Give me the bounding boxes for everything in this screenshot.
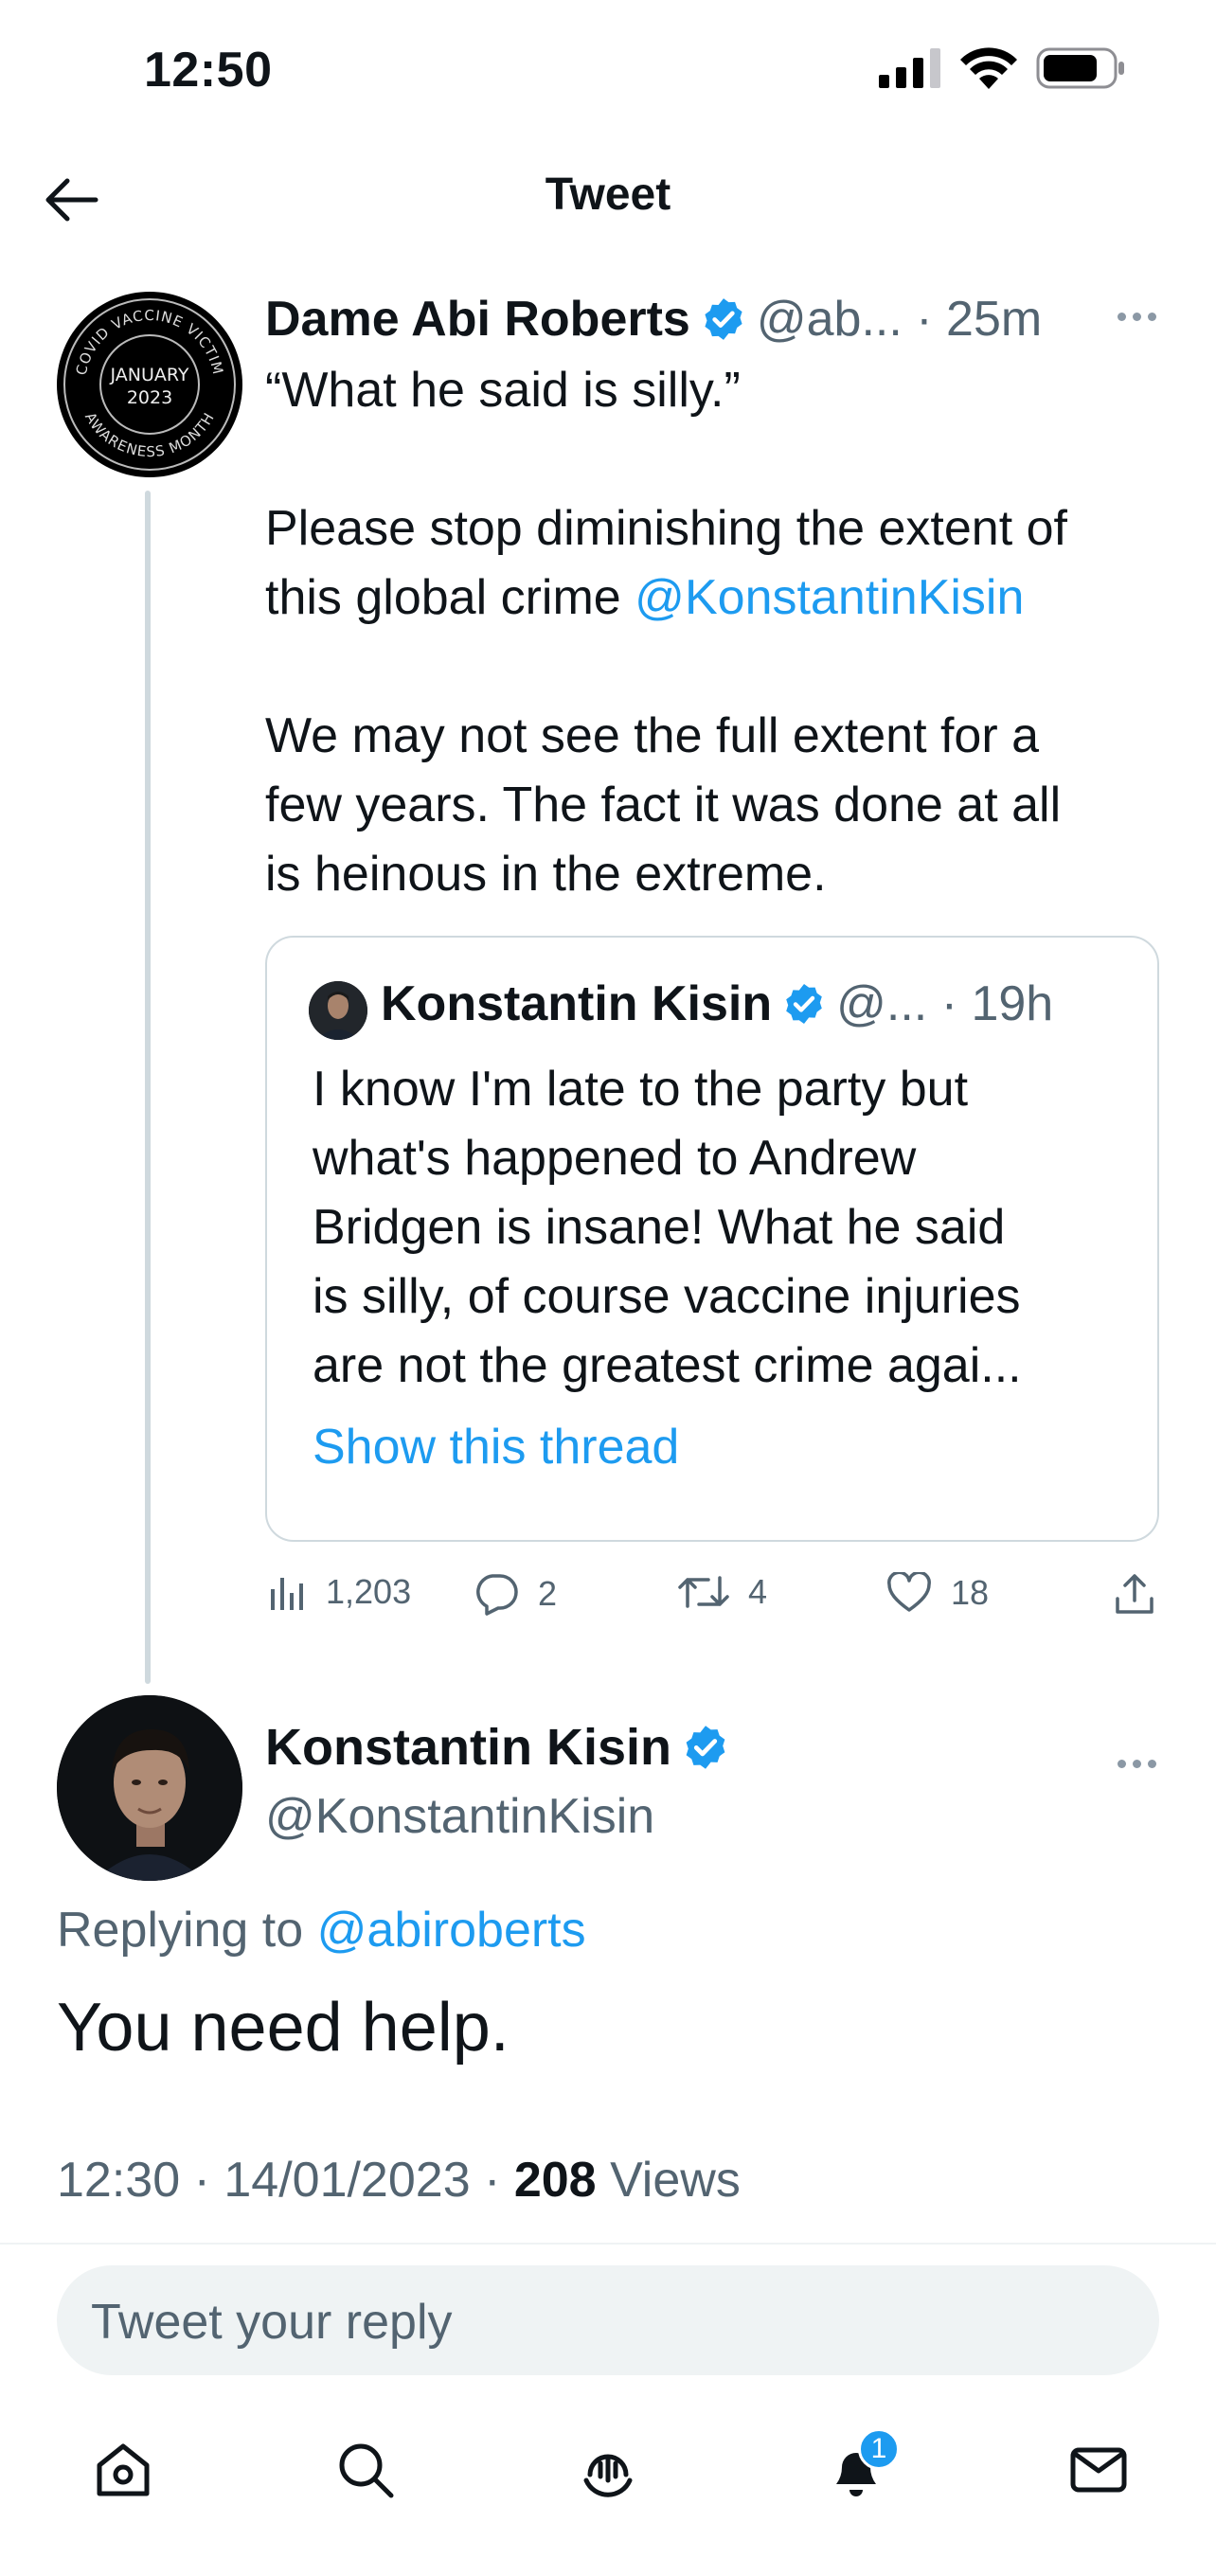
tweet-text: “What he said is silly.” Please stop dim… <box>265 356 1174 909</box>
analytics-icon <box>271 1578 303 1610</box>
svg-text:2023: 2023 <box>127 387 172 408</box>
quote-author-handle: @... <box>836 976 928 1031</box>
tweet-text-line: is heinous in the extreme. <box>265 847 827 902</box>
author-name[interactable]: Dame Abi Roberts <box>265 291 690 348</box>
quote-text-line: are not the greatest crime agai... <box>313 1338 1022 1393</box>
quote-avatar <box>309 981 367 1040</box>
mention-link[interactable]: @KonstantinKisin <box>635 570 1024 625</box>
like-count: 18 <box>951 1573 990 1612</box>
spaces-microphone-icon <box>583 2454 633 2497</box>
views-count[interactable]: 208 <box>514 2153 597 2208</box>
retweet-count: 4 <box>748 1572 768 1611</box>
avatar[interactable]: COVID VACCINE VICTIM AWARENESS MONTH JAN… <box>57 292 242 477</box>
quote-text-line: what's happened to Andrew <box>313 1131 917 1186</box>
reply-icon <box>476 1574 518 1616</box>
tweet-text-line: Please stop diminishing the extent of <box>265 501 1067 556</box>
show-thread-link[interactable]: Show this thread <box>313 1419 679 1476</box>
covid-awareness-avatar: COVID VACCINE VICTIM AWARENESS MONTH JAN… <box>59 294 241 475</box>
tweet-header: Dame Abi Roberts @ab... · 25m <box>265 286 1165 352</box>
verified-badge-icon <box>786 984 822 1024</box>
quoted-tweet-card[interactable]: Konstantin Kisin @... · 19h I know I'm l… <box>265 936 1159 1542</box>
separator-dot: · <box>927 976 972 1031</box>
like-button[interactable]: 18 <box>886 1572 989 1614</box>
retweet-button[interactable]: 4 <box>678 1572 767 1612</box>
views-label: Views <box>610 2153 741 2208</box>
author-name[interactable]: Konstantin Kisin <box>265 1718 671 1777</box>
nav-spaces[interactable] <box>570 2432 646 2508</box>
quote-author-name: Konstantin Kisin <box>381 976 773 1031</box>
tweet-text-line: We may not see the full extent for a <box>265 708 1040 763</box>
share-icon <box>1116 1574 1153 1614</box>
reply-input[interactable]: Tweet your reply <box>57 2265 1159 2375</box>
verified-badge-icon <box>705 298 742 340</box>
thread-line <box>145 491 151 1684</box>
nav-search[interactable] <box>328 2432 403 2508</box>
tweet-text: You need help. <box>57 1990 510 2066</box>
notification-badge: 1 <box>858 2428 900 2470</box>
nav-home[interactable] <box>85 2432 161 2508</box>
reply-placeholder: Tweet your reply <box>91 2295 453 2350</box>
bottom-nav: 1 <box>0 2406 1216 2529</box>
top-header: Tweet <box>0 142 1216 256</box>
divider <box>0 2243 1216 2245</box>
tweet-text-line: few years. The fact it was done at all <box>265 778 1062 832</box>
verified-badge-icon <box>686 1726 725 1769</box>
quote-text: I know I'm late to the party but what's … <box>313 1055 1127 1401</box>
author-name-row: Konstantin Kisin <box>265 1718 740 1777</box>
person-avatar-icon <box>309 981 367 1040</box>
author-handle[interactable]: @KonstantinKisin <box>265 1788 654 1845</box>
tweet-time: 12:30 <box>57 2153 181 2208</box>
replying-to: Replying to @abiroberts <box>57 1902 586 1959</box>
quote-text-line: I know I'm late to the party but <box>313 1062 969 1117</box>
status-icons <box>879 47 1125 89</box>
separator-dot: · <box>902 292 947 347</box>
mail-icon <box>1070 2447 1127 2493</box>
views-count: 1,203 <box>326 1572 412 1611</box>
home-icon <box>97 2443 150 2496</box>
quote-time: 19h <box>971 976 1054 1031</box>
svg-text:JANUARY: JANUARY <box>110 365 189 385</box>
quote-header: Konstantin Kisin @... · 19h <box>381 975 1138 1032</box>
tweet-text-line: “What he said is silly.” <box>265 363 741 418</box>
more-options-icon[interactable] <box>1118 313 1156 321</box>
heart-icon <box>887 1572 931 1612</box>
tweet-meta: 12:30 · 14/01/2023 · 208 Views <box>57 2153 741 2208</box>
replying-label: Replying to <box>57 1903 304 1958</box>
cellular-signal-icon <box>879 48 940 88</box>
quote-text-line: Bridgen is insane! What he said <box>313 1200 1006 1255</box>
nav-notifications[interactable]: 1 <box>818 2428 900 2508</box>
views-button[interactable]: 1,203 <box>267 1572 411 1612</box>
status-bar: 12:50 <box>0 0 1216 142</box>
avatar[interactable] <box>57 1695 242 1881</box>
reply-count: 2 <box>538 1574 558 1613</box>
replying-to-link[interactable]: @abiroberts <box>317 1903 586 1958</box>
more-options-icon[interactable] <box>1118 1760 1156 1768</box>
author-handle[interactable]: @ab... <box>757 291 903 348</box>
retweet-icon <box>678 1576 729 1608</box>
battery-icon <box>1036 47 1124 89</box>
wifi-icon <box>960 47 1017 89</box>
search-icon <box>339 2443 394 2498</box>
quote-text-line: is silly, of course vaccine injuries <box>313 1269 1021 1324</box>
share-button[interactable] <box>1114 1572 1155 1616</box>
page-title: Tweet <box>545 170 671 220</box>
person-avatar-icon <box>57 1695 242 1881</box>
nav-messages[interactable] <box>1061 2432 1136 2508</box>
tweet-text-line: this global crime @KonstantinKisin <box>265 570 1025 625</box>
reply-button[interactable]: 2 <box>474 1572 557 1616</box>
tweet-actions: 1,203 2 4 18 <box>265 1563 1165 1629</box>
status-time: 12:50 <box>144 43 273 98</box>
tweet-date: 14/01/2023 <box>224 2153 471 2208</box>
tweet-time: 25m <box>946 292 1043 347</box>
